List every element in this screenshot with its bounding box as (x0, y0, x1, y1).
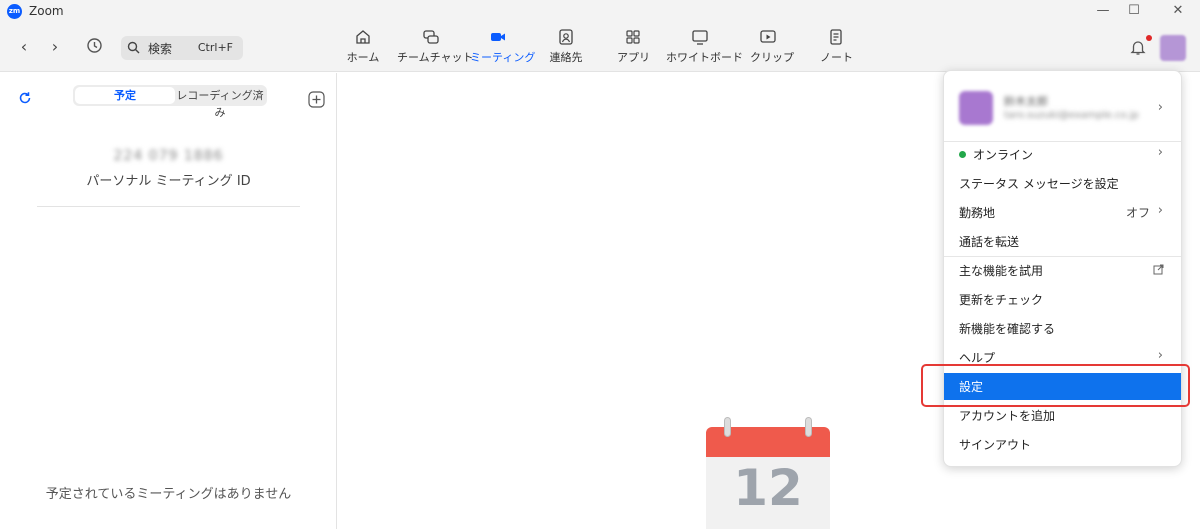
divider (37, 206, 300, 207)
segment-scheduled[interactable]: 予定 (75, 87, 175, 104)
clips-icon (760, 30, 776, 43)
menu-label: アカウントを追加 (959, 409, 1056, 423)
profile-name: 鈴木太郎 (1004, 95, 1048, 108)
online-status-icon (959, 151, 966, 158)
menu-label: 更新をチェック (959, 293, 1044, 307)
chevron-right-icon: › (1157, 348, 1163, 363)
profile-email: taro.suzuki@example.co.jp (1004, 110, 1139, 121)
maximize-button[interactable]: ☐ (1119, 2, 1149, 20)
tab-home[interactable]: ホーム (345, 28, 381, 68)
avatar (959, 91, 993, 125)
menu-item-work-location[interactable]: 勤務地 オフ › (944, 200, 1181, 224)
search-box[interactable]: 検索 Ctrl+F (121, 36, 243, 60)
calendar-ring (724, 417, 731, 437)
menu-item-call-forward[interactable]: 通話を転送 (944, 229, 1181, 253)
tab-apps[interactable]: アプリ (617, 28, 650, 68)
tab-label: ノート (820, 51, 853, 64)
search-icon (127, 41, 140, 57)
meetings-sidebar: 予定 レコーディング済み 224 079 1886 パーソナル ミーティング I… (0, 73, 337, 529)
segment-recorded[interactable]: レコーディング済み (175, 87, 265, 119)
chevron-right-icon: › (1157, 100, 1163, 115)
tab-label: クリップ (750, 51, 794, 64)
work-location-value: オフ (1125, 206, 1150, 220)
search-shortcut: Ctrl+F (197, 41, 233, 54)
window-title: Zoom (29, 4, 64, 18)
tab-label: チームチャット (397, 51, 474, 64)
menu-item-whats-new[interactable]: 新機能を確認する (944, 316, 1181, 340)
tab-label: アプリ (617, 51, 650, 64)
refresh-icon[interactable] (18, 91, 32, 108)
personal-meeting-id-number: 224 079 1886 (113, 148, 224, 164)
back-arrow-icon[interactable]: ‹ (14, 37, 34, 57)
menu-item-set-status-message[interactable]: ステータス メッセージを設定 (944, 171, 1181, 195)
external-link-icon (1153, 264, 1164, 278)
notification-badge (1146, 35, 1152, 41)
title-bar: zm Zoom — ☐ ✕ (0, 0, 1200, 22)
minimize-button[interactable]: — (1088, 2, 1118, 20)
tab-whiteboard[interactable]: ホワイトボード (666, 28, 743, 68)
menu-label: ステータス メッセージを設定 (959, 177, 1119, 191)
tab-label: ホーム (346, 51, 380, 64)
notification-bell-icon[interactable] (1129, 38, 1147, 59)
notes-icon (830, 29, 842, 45)
apps-icon (626, 30, 640, 44)
tab-meetings[interactable]: ミーティング (470, 28, 536, 68)
tab-contacts[interactable]: 連絡先 (546, 28, 586, 68)
menu-item-sign-out[interactable]: サインアウト (944, 432, 1181, 456)
menu-label: 通話を転送 (959, 235, 1020, 249)
personal-meeting-id-label: パーソナル ミーティング ID (86, 174, 251, 189)
video-icon (491, 33, 505, 41)
tab-label: ミーティング (470, 51, 536, 64)
no-meetings-message: 予定されているミーティングはありません (45, 487, 292, 502)
main-toolbar: ‹ › 検索 Ctrl+F ホーム チームチャット ミーティング 連絡先 アプリ… (0, 22, 1200, 72)
profile-menu: 鈴木太郎 taro.suzuki@example.co.jp › オンライン ›… (943, 70, 1182, 467)
profile-avatar-button[interactable] (1160, 35, 1186, 61)
history-icon[interactable] (84, 37, 104, 57)
close-button[interactable]: ✕ (1163, 2, 1193, 20)
menu-label: 新機能を確認する (959, 322, 1056, 336)
tab-notes[interactable]: ノート (820, 28, 853, 68)
calendar-day: 12 (733, 459, 803, 517)
calendar-ring (805, 417, 812, 437)
menu-label: サインアウト (959, 438, 1032, 452)
tab-label: ホワイトボード (666, 51, 743, 64)
forward-arrow-icon[interactable]: › (45, 37, 65, 57)
chevron-right-icon: › (1157, 145, 1163, 160)
meetings-segmented-control: 予定 レコーディング済み (73, 85, 267, 119)
zoom-logo: zm (7, 4, 22, 19)
menu-label: 主な機能を試用 (959, 264, 1044, 278)
tab-label: 連絡先 (549, 51, 583, 64)
menu-label: 勤務地 (959, 206, 996, 220)
highlight-callout (921, 364, 1190, 407)
tab-clips[interactable]: クリップ (750, 28, 794, 68)
chat-icon (423, 30, 439, 44)
menu-item-check-updates[interactable]: 更新をチェック (944, 287, 1181, 311)
add-meeting-icon[interactable] (308, 91, 325, 111)
profile-header[interactable]: 鈴木太郎 taro.suzuki@example.co.jp › (944, 85, 1181, 133)
menu-item-try-features[interactable]: 主な機能を試用 (944, 258, 1181, 282)
whiteboard-icon (692, 30, 708, 45)
calendar-illustration: 12 (706, 417, 830, 529)
contacts-icon (559, 29, 573, 45)
tab-team-chat[interactable]: チームチャット (397, 28, 474, 68)
home-icon (356, 30, 370, 44)
chevron-right-icon: › (1157, 203, 1163, 218)
menu-divider (944, 256, 1181, 257)
search-placeholder: 検索 (148, 42, 173, 56)
menu-item-status[interactable]: オンライン › (944, 142, 1181, 166)
status-label: オンライン (973, 148, 1034, 162)
